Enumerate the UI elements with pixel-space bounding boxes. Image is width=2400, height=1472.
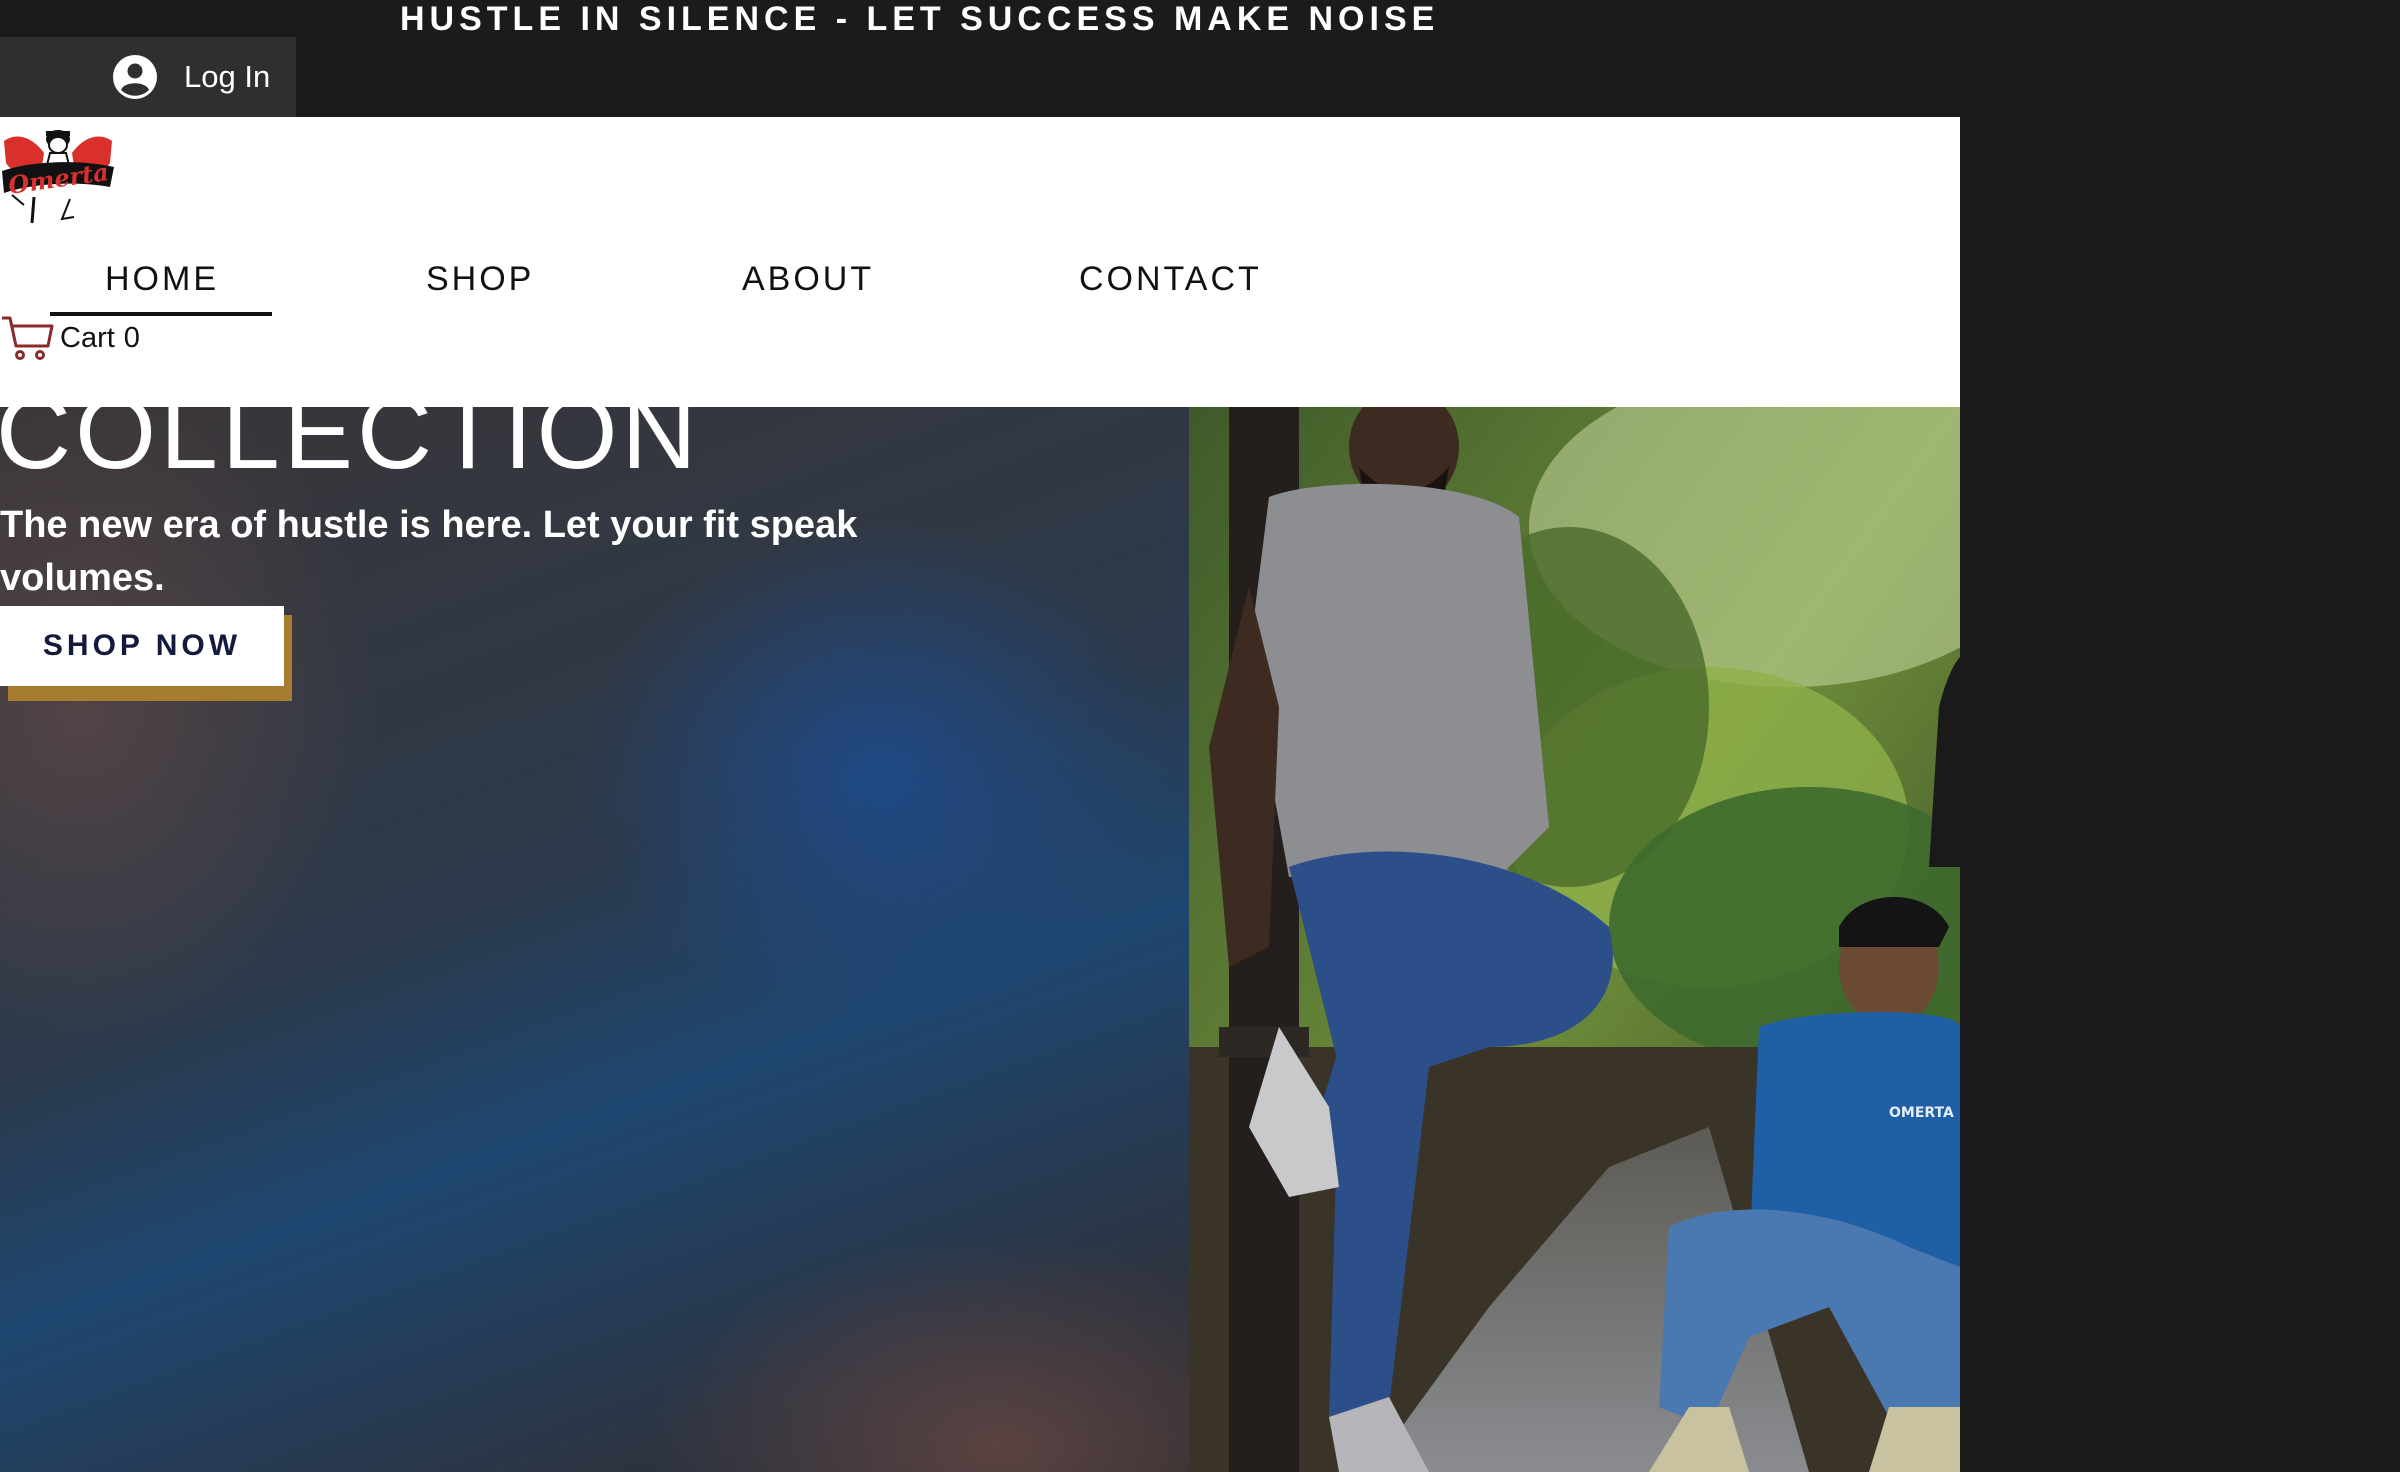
announcement-text: HUSTLE IN SILENCE - LET SUCCESS MAKE NOI… <box>400 0 1440 38</box>
shop-now-button[interactable]: SHOP NOW <box>0 606 284 686</box>
login-button[interactable]: Log In <box>0 37 296 117</box>
cart-count: 0 <box>123 322 140 354</box>
hero-photo: OMERTA <box>1189 407 1960 1472</box>
login-label: Log In <box>184 59 271 94</box>
nav-item-home[interactable]: HOME <box>105 249 219 309</box>
shirt-print-text: OMERTA <box>1889 1105 1954 1121</box>
nav-item-contact[interactable]: CONTACT <box>1079 249 1262 309</box>
cart-label: Cart <box>60 322 115 354</box>
nav-item-about[interactable]: ABOUT <box>742 249 874 309</box>
main-nav: HOME SHOP ABOUT CONTACT <box>0 249 1300 309</box>
nav-active-indicator <box>50 312 272 316</box>
cart-button[interactable]: Cart 0 <box>0 314 140 362</box>
cart-icon <box>2 316 54 360</box>
site-header: Omerta HOME SHOP ABOUT CONTACT Cart 0 <box>0 117 1960 407</box>
hero-section: COLLECTION The new era of hustle is here… <box>0 407 1960 1472</box>
omerta-logo[interactable]: Omerta <box>0 119 116 227</box>
nav-item-shop[interactable]: SHOP <box>426 249 534 309</box>
right-empty-area <box>1960 407 2400 1472</box>
user-avatar-icon <box>113 55 157 99</box>
announcement-bar: HUSTLE IN SILENCE - LET SUCCESS MAKE NOI… <box>0 0 1960 117</box>
hero-subtitle: The new era of hustle is here. Let your … <box>0 504 858 599</box>
hero-text-panel: COLLECTION The new era of hustle is here… <box>0 407 1189 1472</box>
hero-title: COLLECTION <box>0 407 701 491</box>
